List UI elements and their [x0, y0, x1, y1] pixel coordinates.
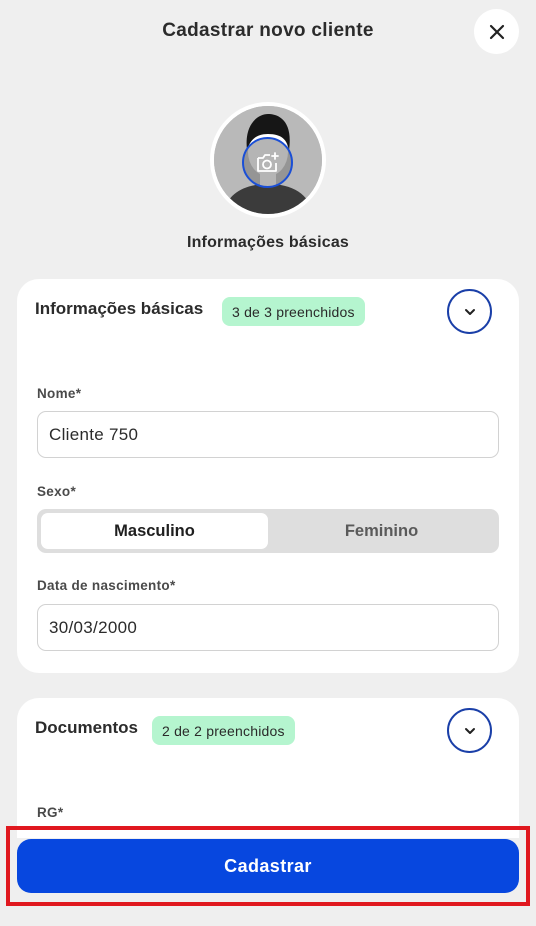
submit-button[interactable]: Cadastrar — [17, 839, 519, 893]
nascimento-input[interactable]: 30/03/2000 — [37, 604, 499, 651]
page-title: Cadastrar novo cliente — [162, 20, 374, 41]
rg-label: RG* — [37, 805, 64, 820]
nome-label: Nome* — [37, 386, 82, 401]
status-badge: 3 de 3 preenchidos — [222, 297, 365, 326]
avatar-caption: Informações básicas — [186, 234, 350, 251]
sexo-toggle: Masculino Feminino — [37, 509, 499, 553]
close-button[interactable] — [474, 9, 519, 54]
close-icon — [489, 24, 504, 39]
section-title: Documentos — [35, 718, 138, 737]
sexo-option-feminino[interactable]: Feminino — [268, 513, 495, 549]
sexo-option-masculino[interactable]: Masculino — [41, 513, 268, 549]
chevron-down-icon — [464, 308, 475, 315]
nome-input[interactable]: Cliente 750 — [37, 411, 499, 458]
section-basic-info: Informações básicas 3 de 3 preenchidos N… — [17, 279, 519, 673]
nascimento-label: Data de nascimento* — [37, 578, 176, 593]
section-title: Informações básicas — [35, 299, 204, 318]
header: Cadastrar novo cliente — [0, 0, 536, 64]
change-photo-button[interactable] — [242, 137, 293, 188]
status-badge: 2 de 2 preenchidos — [152, 716, 295, 745]
section-documents: Documentos 2 de 2 preenchidos RG* — [17, 698, 519, 838]
sexo-label: Sexo* — [37, 484, 77, 499]
collapse-button[interactable] — [447, 708, 492, 753]
chevron-down-icon — [464, 727, 475, 734]
collapse-button[interactable] — [447, 289, 492, 334]
camera-add-icon — [256, 151, 279, 172]
